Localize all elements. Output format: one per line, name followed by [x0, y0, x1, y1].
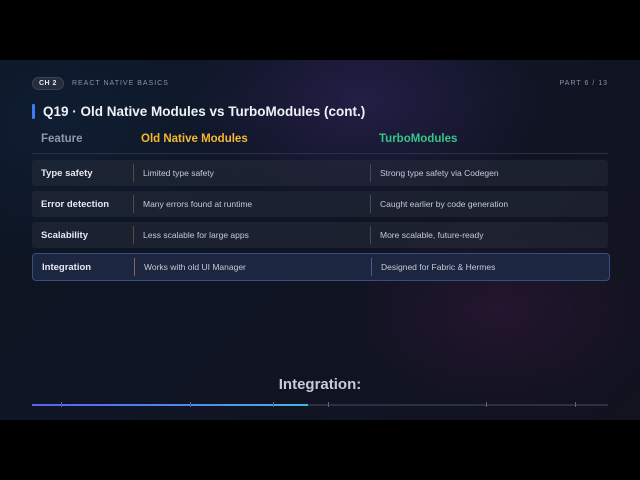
column-header-feature: Feature — [41, 133, 83, 145]
chapter-badge: CH 2 — [32, 76, 64, 90]
caption-text: Integration: — [278, 376, 362, 393]
chapter-marker — [328, 402, 329, 407]
chapter-marker — [61, 402, 62, 407]
column-header-turbomodules: TurboModules — [379, 133, 458, 145]
progress-fill — [32, 404, 309, 406]
part-indicator: PART 6 / 13 — [559, 79, 608, 87]
table-row-highlighted: Integration Works with old UI Manager De… — [32, 253, 610, 281]
row-old-value: Limited type safety — [133, 164, 214, 182]
table-row: Scalability Less scalable for large apps… — [32, 222, 608, 248]
column-header-old-native-modules: Old Native Modules — [141, 133, 248, 145]
row-turbo-value: More scalable, future-ready — [370, 226, 483, 244]
slide-title: Q19 · Old Native Modules vs TurboModules… — [43, 103, 366, 119]
table-header: Feature Old Native Modules TurboModules — [32, 128, 608, 154]
row-turbo-value: Designed for Fabric & Hermes — [371, 258, 495, 276]
row-turbo-value: Strong type safety via Codegen — [370, 164, 499, 182]
row-feature: Error detection — [41, 198, 110, 210]
video-frame: CH 2 REACT NATIVE BASICS PART 6 / 13 Q19… — [0, 60, 640, 420]
table-row: Error detection Many errors found at run… — [32, 191, 608, 217]
progress-track[interactable] — [32, 402, 608, 407]
slide-title-block: Q19 · Old Native Modules vs TurboModules… — [32, 103, 365, 119]
chapter-title: REACT NATIVE BASICS — [71, 79, 169, 87]
row-feature: Scalability — [41, 229, 88, 241]
comparison-table: Feature Old Native Modules TurboModules … — [32, 128, 610, 281]
row-turbo-value: Caught earlier by code generation — [370, 195, 508, 213]
chapter-marker — [190, 402, 191, 407]
table-row: Type safety Limited type safety Strong t… — [32, 160, 608, 186]
row-old-value: Less scalable for large apps — [133, 226, 249, 244]
chapter-marker — [575, 402, 576, 407]
title-accent-bar — [32, 103, 35, 119]
top-bar: CH 2 REACT NATIVE BASICS PART 6 / 13 — [32, 76, 608, 90]
row-feature: Type safety — [41, 167, 93, 179]
row-feature: Integration — [42, 261, 92, 273]
row-old-value: Works with old UI Manager — [134, 258, 246, 276]
chapter-marker — [486, 402, 487, 407]
row-old-value: Many errors found at runtime — [133, 195, 252, 213]
chapter-marker — [273, 402, 274, 407]
